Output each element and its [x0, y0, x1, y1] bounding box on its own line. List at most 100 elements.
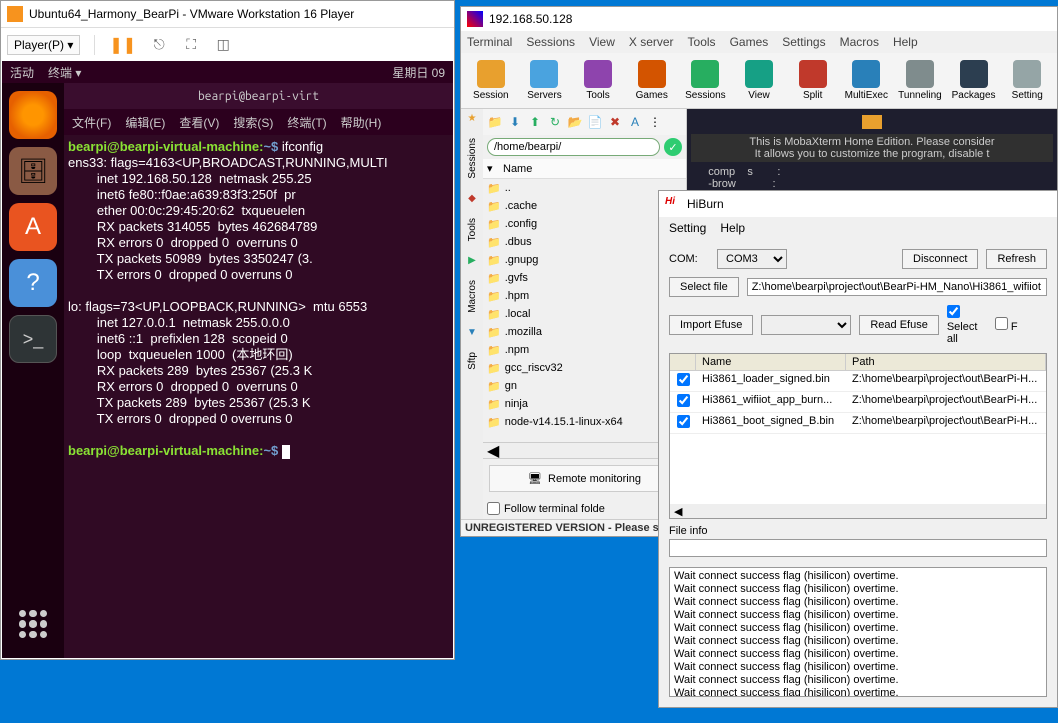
refresh-button[interactable]: Refresh: [986, 249, 1047, 269]
dock-software-icon[interactable]: A: [9, 203, 57, 251]
file-path-input[interactable]: [747, 278, 1047, 296]
select-all-checkbox[interactable]: [947, 305, 960, 318]
player-menu-button[interactable]: Player(P) ▾: [7, 35, 80, 55]
row-checkbox[interactable]: [677, 415, 690, 428]
side-tab-sessions[interactable]: Sessions: [465, 128, 480, 189]
sftp-icon[interactable]: ▼: [467, 323, 477, 342]
sftp-file-list[interactable]: 📁..📁.cache📁.config📁.dbus📁.gnupg📁.gvfs📁.h…: [483, 179, 686, 442]
formal-checkbox[interactable]: [995, 317, 1008, 330]
pin-icon[interactable]: ◆: [468, 189, 476, 208]
menu-file[interactable]: 文件(F): [72, 114, 111, 131]
tool-view[interactable]: View: [733, 55, 785, 106]
menu-help[interactable]: Help: [893, 35, 918, 49]
tool-multiexec[interactable]: MultiExec: [840, 55, 892, 106]
th-check[interactable]: [670, 354, 696, 370]
row-checkbox[interactable]: [677, 394, 690, 407]
menu-help[interactable]: 帮助(H): [341, 114, 382, 131]
sftp-item[interactable]: 📁.cache: [483, 197, 686, 215]
sftp-item[interactable]: 📁ninja: [483, 395, 686, 413]
menu-macros[interactable]: Macros: [840, 35, 879, 49]
sftp-item[interactable]: 📁.config: [483, 215, 686, 233]
sftp-scroll-left[interactable]: ◀: [483, 442, 686, 458]
sftp-item[interactable]: 📁.dbus: [483, 233, 686, 251]
ok-icon[interactable]: ✓: [664, 138, 682, 156]
hiburn-titlebar[interactable]: Hi HiBurn: [659, 191, 1057, 217]
com-select[interactable]: COM3: [717, 249, 787, 269]
follow-terminal-checkbox[interactable]: [487, 502, 500, 515]
sftp-item[interactable]: 📁..: [483, 179, 686, 197]
remote-monitoring-button[interactable]: 🖥 Remote monitoring: [489, 465, 680, 492]
table-row[interactable]: Hi3861_boot_signed_B.binZ:\home\bearpi\p…: [670, 413, 1046, 434]
menu-search[interactable]: 搜索(S): [233, 114, 273, 131]
sftp-item[interactable]: 📁.gnupg: [483, 251, 686, 269]
unity-icon[interactable]: ◫: [214, 36, 232, 54]
activities-label[interactable]: 活动: [10, 64, 34, 81]
star-icon[interactable]: ★: [468, 109, 477, 128]
tool-session[interactable]: Session: [465, 55, 517, 106]
sftp-item[interactable]: 📁node-v14.15.1-linux-x64: [483, 413, 686, 431]
moba-titlebar[interactable]: 192.168.50.128: [461, 7, 1057, 31]
dock-help-icon[interactable]: ?: [9, 259, 57, 307]
menu-xserver[interactable]: X server: [629, 35, 674, 49]
side-tab-sftp[interactable]: Sftp: [465, 342, 480, 380]
menu-games[interactable]: Games: [730, 35, 769, 49]
tool-tools[interactable]: Tools: [572, 55, 624, 106]
sftp-item[interactable]: 📁.local: [483, 305, 686, 323]
select-all-label[interactable]: Select all: [947, 305, 987, 345]
newfolder-icon[interactable]: 📂: [567, 114, 583, 130]
sftp-item[interactable]: 📁.npm: [483, 341, 686, 359]
table-row[interactable]: Hi3861_loader_signed.binZ:\home\bearpi\p…: [670, 371, 1046, 392]
menu-edit[interactable]: 编辑(E): [125, 114, 165, 131]
table-row[interactable]: Hi3861_wifiiot_app_burn...Z:\home\bearpi…: [670, 392, 1046, 413]
upload-icon[interactable]: ⬆: [527, 114, 543, 130]
dock-files-icon[interactable]: 🗄: [9, 147, 57, 195]
menu-terminal[interactable]: Terminal: [467, 35, 512, 49]
sftp-item[interactable]: 📁.gvfs: [483, 269, 686, 287]
menu-view[interactable]: 查看(V): [179, 114, 219, 131]
tool-packages[interactable]: Packages: [948, 55, 1000, 106]
table-hscroll[interactable]: ◀: [670, 504, 1046, 518]
menu-view[interactable]: View: [589, 35, 615, 49]
select-file-button[interactable]: Select file: [669, 277, 739, 297]
menu-tools[interactable]: Tools: [688, 35, 716, 49]
th-name[interactable]: Name: [696, 354, 846, 370]
clock-label[interactable]: 星期日 09: [392, 64, 445, 81]
tool-servers[interactable]: Servers: [519, 55, 571, 106]
efuse-select[interactable]: [761, 315, 851, 335]
read-efuse-button[interactable]: Read Efuse: [859, 315, 938, 335]
terminal-indicator[interactable]: 终端 ▾: [48, 64, 81, 81]
refresh-icon[interactable]: ↻: [547, 114, 563, 130]
tool-tunneling[interactable]: Tunneling: [894, 55, 946, 106]
dock-terminal-icon[interactable]: >_: [9, 315, 57, 363]
sftp-item[interactable]: 📁gn: [483, 377, 686, 395]
vmware-titlebar[interactable]: Ubuntu64_Harmony_BearPi - VMware Worksta…: [1, 1, 454, 27]
menu-terminal[interactable]: 终端(T): [287, 114, 326, 131]
download-icon[interactable]: ⬇: [507, 114, 523, 130]
disconnect-button[interactable]: Disconnect: [902, 249, 978, 269]
formal-label[interactable]: F: [995, 317, 1035, 333]
more-icon[interactable]: ⋮: [647, 114, 663, 130]
hiburn-log[interactable]: Wait connect success flag (hisilicon) ov…: [669, 567, 1047, 697]
newfile-icon[interactable]: 📄: [587, 114, 603, 130]
dock-firefox-icon[interactable]: [9, 91, 57, 139]
send-ctrl-alt-del-icon[interactable]: ⎋: [150, 36, 168, 54]
menu-sessions[interactable]: Sessions: [526, 35, 575, 49]
pause-icon[interactable]: ❚❚: [109, 35, 136, 55]
macro-icon[interactable]: ▶: [468, 251, 476, 270]
row-checkbox[interactable]: [677, 373, 690, 386]
menu-help[interactable]: Help: [720, 221, 745, 235]
tool-games[interactable]: Games: [626, 55, 678, 106]
sftp-item[interactable]: 📁.hpm: [483, 287, 686, 305]
tool-settings[interactable]: Setting: [1001, 55, 1053, 106]
th-path[interactable]: Path: [846, 354, 1046, 370]
folder-icon[interactable]: 📁: [487, 114, 503, 130]
import-efuse-button[interactable]: Import Efuse: [669, 315, 753, 335]
side-tab-macros[interactable]: Macros: [465, 270, 480, 323]
edit-icon[interactable]: A: [627, 114, 643, 130]
menu-setting[interactable]: Setting: [669, 221, 706, 235]
tool-sessions[interactable]: Sessions: [680, 55, 732, 106]
menu-settings[interactable]: Settings: [782, 35, 825, 49]
side-tab-tools[interactable]: Tools: [465, 208, 480, 251]
sftp-path-input[interactable]: [487, 138, 660, 156]
sftp-item[interactable]: 📁gcc_riscv32: [483, 359, 686, 377]
